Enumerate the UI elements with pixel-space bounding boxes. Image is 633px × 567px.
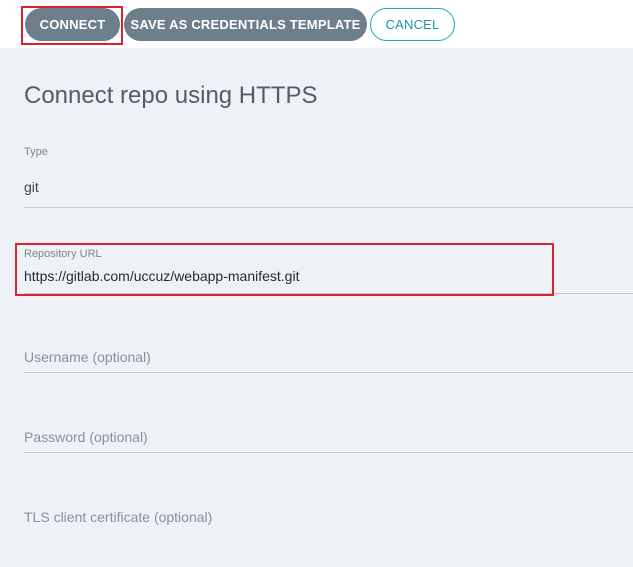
repository-url-input[interactable]: https://gitlab.com/uccuz/webapp-manifest… — [24, 268, 299, 284]
tls-client-certificate-input[interactable]: TLS client certificate (optional) — [24, 509, 212, 525]
cancel-button[interactable]: CANCEL — [370, 8, 455, 41]
connect-button[interactable]: CONNECT — [25, 8, 120, 41]
username-input[interactable]: Username (optional) — [24, 349, 151, 365]
username-field[interactable]: Username (optional) — [24, 340, 633, 373]
save-as-credentials-template-button[interactable]: SAVE AS CREDENTIALS TEMPLATE — [124, 8, 367, 41]
password-input[interactable]: Password (optional) — [24, 429, 148, 445]
type-value[interactable]: git — [24, 179, 39, 195]
type-label: Type — [24, 146, 48, 158]
page-title: Connect repo using HTTPS — [24, 82, 318, 109]
password-field[interactable]: Password (optional) — [24, 420, 633, 453]
tls-client-certificate-field[interactable]: TLS client certificate (optional) — [24, 500, 633, 567]
type-field[interactable]: Type git — [24, 140, 633, 208]
repository-url-label: Repository URL — [24, 248, 102, 260]
action-toolbar: CONNECT SAVE AS CREDENTIALS TEMPLATE CAN… — [0, 0, 633, 48]
repository-url-field[interactable]: Repository URL https://gitlab.com/uccuz/… — [24, 240, 633, 294]
